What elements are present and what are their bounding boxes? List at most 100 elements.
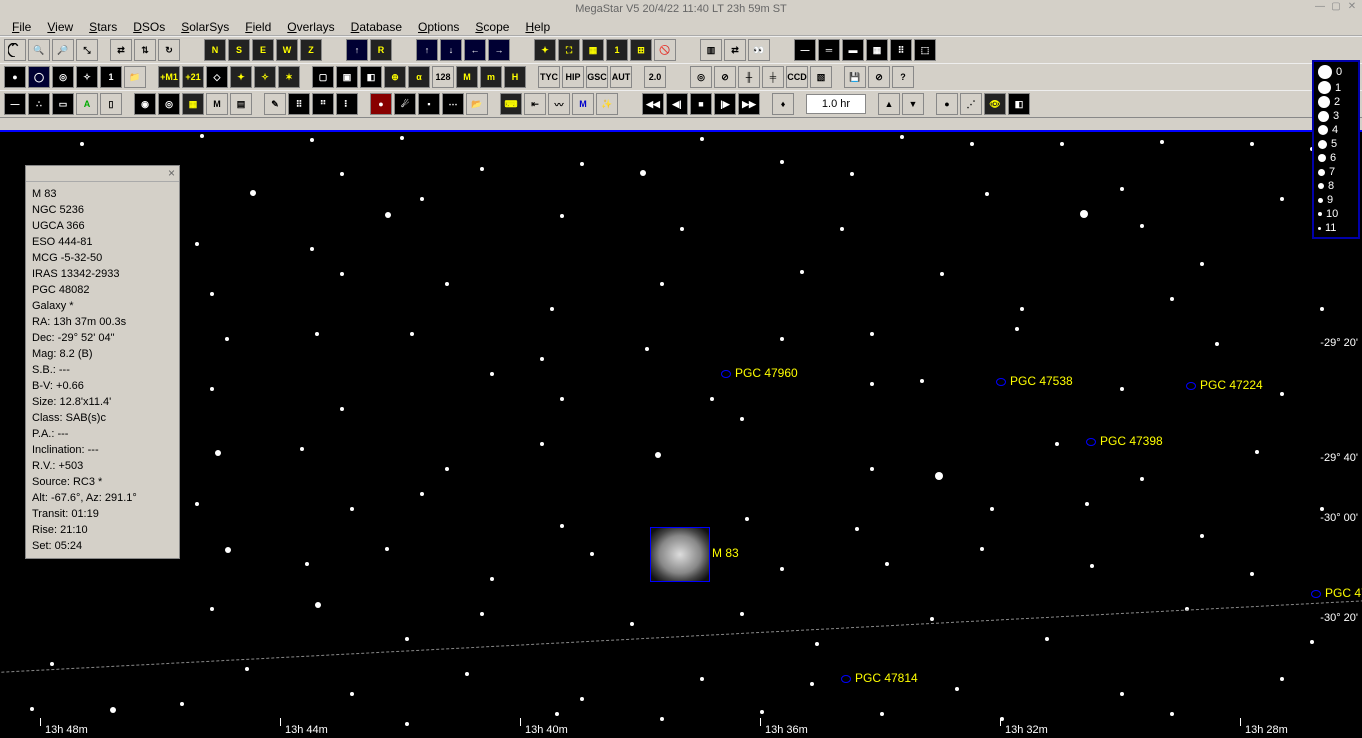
rewind-button[interactable]: ◀◀ <box>642 93 664 115</box>
kbd-button[interactable]: ⌨ <box>500 93 522 115</box>
star1-button[interactable]: ✦ <box>230 66 252 88</box>
menu-overlays[interactable]: Overlays <box>279 19 342 35</box>
mag-row-7[interactable]: 7 <box>1316 165 1356 179</box>
alpha-button[interactable]: α <box>408 66 430 88</box>
pen-button[interactable]: ✎ <box>264 93 286 115</box>
galaxy-marker[interactable] <box>1086 438 1096 446</box>
center-star-button[interactable]: ✦ <box>534 39 556 61</box>
stop-button[interactable]: ■ <box>690 93 712 115</box>
flipv-button[interactable]: ⇅ <box>134 39 156 61</box>
maximize-button[interactable]: ▢ <box>1330 1 1342 13</box>
back-button[interactable] <box>4 39 26 61</box>
target-button[interactable]: ⊕ <box>384 66 406 88</box>
fov3-button[interactable]: ▬ <box>842 39 864 61</box>
box3-button[interactable]: ◧ <box>360 66 382 88</box>
wand-button[interactable]: ✨ <box>596 93 618 115</box>
mag-row-5[interactable]: 5 <box>1316 137 1356 151</box>
open2-button[interactable]: 📂 <box>466 93 488 115</box>
layout-button[interactable]: ▥ <box>700 39 722 61</box>
north-button[interactable]: N <box>204 39 226 61</box>
fov-blank-button[interactable]: ⬚ <box>914 39 936 61</box>
fov-dots-button[interactable]: ⠿ <box>890 39 912 61</box>
record-button[interactable]: ● <box>936 93 958 115</box>
menu-database[interactable]: Database <box>343 19 410 35</box>
pan-right-button[interactable]: → <box>488 39 510 61</box>
cap-h-button[interactable]: H <box>504 66 526 88</box>
128-button[interactable]: 128 <box>432 66 454 88</box>
galaxy-marker[interactable] <box>721 370 731 378</box>
m83-thumbnail[interactable] <box>650 527 710 582</box>
galaxy-marker[interactable] <box>1311 590 1321 598</box>
close-window-button[interactable]: ✕ <box>1346 1 1358 13</box>
south-button[interactable]: S <box>228 39 250 61</box>
galaxy-marker[interactable] <box>841 675 851 683</box>
menu-view[interactable]: View <box>39 19 81 35</box>
pan-up-button[interactable]: ↑ <box>416 39 438 61</box>
pan-down-button[interactable]: ↓ <box>440 39 462 61</box>
dss-button[interactable]: ▦ <box>182 93 204 115</box>
red-button[interactable]: ● <box>370 93 392 115</box>
gsc-button[interactable]: GSC <box>586 66 608 88</box>
menu-field[interactable]: Field <box>237 19 279 35</box>
step-button[interactable]: ♦ <box>772 93 794 115</box>
minimize-button[interactable]: — <box>1314 1 1326 13</box>
ffwd-button[interactable]: ▶▶ <box>738 93 760 115</box>
galaxy-label[interactable]: PGC 47224 <box>1200 378 1263 392</box>
pan-left-button[interactable]: ← <box>464 39 486 61</box>
hip-button[interactable]: HIP <box>562 66 584 88</box>
galaxy-label[interactable]: PGC 47 <box>1325 586 1362 600</box>
reset-button[interactable]: R <box>370 39 392 61</box>
constel-button[interactable]: ∴ <box>28 93 50 115</box>
next-button[interactable]: |▶ <box>714 93 736 115</box>
obj-ring-button[interactable]: ◎ <box>52 66 74 88</box>
alt-button[interactable]: A <box>76 93 98 115</box>
nosmoking-button[interactable]: 🚫 <box>654 39 676 61</box>
time-dn-button[interactable]: ▼ <box>902 93 924 115</box>
ruler2-button[interactable]: ╪ <box>762 66 784 88</box>
scale2-button[interactable]: ⊞ <box>630 39 652 61</box>
fov-grid-button[interactable]: ▦ <box>866 39 888 61</box>
grid1-button[interactable]: ▦ <box>582 39 604 61</box>
obj-ellipse-button[interactable]: ◯ <box>28 66 50 88</box>
magnitude-legend[interactable]: 01234567891011 <box>1312 60 1360 239</box>
eq-button[interactable]: ▯ <box>100 93 122 115</box>
menu-dsos[interactable]: DSOs <box>125 19 173 35</box>
link-button[interactable]: ⇄ <box>724 39 746 61</box>
ruler1-button[interactable]: ╫ <box>738 66 760 88</box>
target2-button[interactable]: ◎ <box>690 66 712 88</box>
fov2-button[interactable]: ═ <box>818 39 840 61</box>
wave-button[interactable]: 〰 <box>548 93 570 115</box>
mag-row-3[interactable]: 3 <box>1316 109 1356 123</box>
prev-button[interactable]: ◀| <box>666 93 688 115</box>
diamond-button[interactable]: ◇ <box>206 66 228 88</box>
info-panel-header[interactable]: × <box>26 166 179 182</box>
end-button[interactable]: ◧ <box>1008 93 1030 115</box>
menu-help[interactable]: Help <box>517 19 558 35</box>
menu-file[interactable]: File <box>4 19 39 35</box>
obj-one-button[interactable]: 1 <box>100 66 122 88</box>
time-step-field[interactable]: 1.0 hr <box>806 94 866 114</box>
comet-button[interactable]: ☄ <box>394 93 416 115</box>
cap-m-button[interactable]: M <box>456 66 478 88</box>
m-search-button[interactable]: M <box>206 93 228 115</box>
trail-button[interactable]: ⋯ <box>442 93 464 115</box>
mag-row-11[interactable]: 11 <box>1316 221 1356 235</box>
trail2-button[interactable]: ⋰ <box>960 93 982 115</box>
mag-row-10[interactable]: 10 <box>1316 207 1356 221</box>
galaxy-label[interactable]: M 83 <box>712 546 739 560</box>
m2-button[interactable]: M <box>572 93 594 115</box>
box1-button[interactable]: ▢ <box>312 66 334 88</box>
fullscreen-button[interactable]: ⛶ <box>558 39 580 61</box>
magtool-button[interactable]: 2.0 <box>644 66 666 88</box>
galaxy-label[interactable]: PGC 47398 <box>1100 434 1163 448</box>
fov1-button[interactable]: — <box>794 39 816 61</box>
menu-options[interactable]: Options <box>410 19 467 35</box>
folder-button[interactable]: 📁 <box>124 66 146 88</box>
dots2-button[interactable]: ⠛ <box>312 93 334 115</box>
galaxy-marker[interactable] <box>1186 382 1196 390</box>
ccd-button[interactable]: CCD <box>786 66 808 88</box>
zoomout-button[interactable]: 🔎 <box>52 39 74 61</box>
mag-row-4[interactable]: 4 <box>1316 123 1356 137</box>
star2-button[interactable]: ✧ <box>254 66 276 88</box>
nosave-button[interactable]: ⊘ <box>868 66 890 88</box>
